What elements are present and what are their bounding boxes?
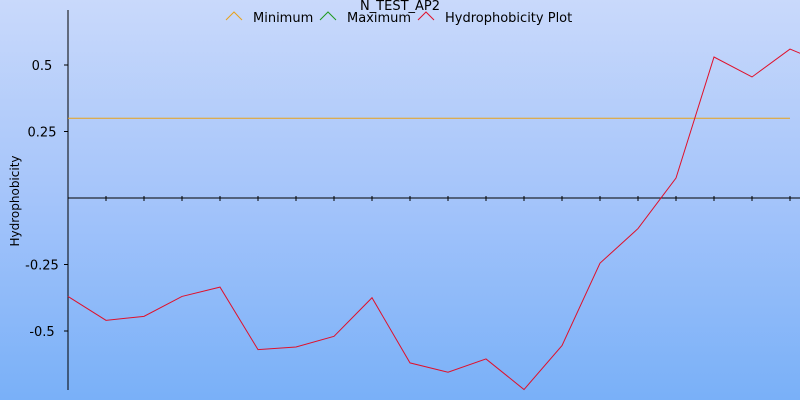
y-tick-label: -0.5 bbox=[29, 325, 54, 340]
legend-swatch-icon bbox=[319, 11, 337, 21]
legend-item-minimum: Minimum bbox=[225, 11, 313, 26]
y-axis-title: Hydrophobicity bbox=[8, 155, 22, 246]
y-tick-label: 0.25 bbox=[28, 126, 57, 141]
legend-label: Hydrophobicity Plot bbox=[445, 11, 572, 26]
legend-label: Maximum bbox=[347, 11, 411, 26]
legend-item-maximum: Maximum bbox=[319, 11, 411, 26]
hydrophobicity-chart: N_TEST_AP2 Hydrophobicity Minimum Maximum… bbox=[8, 0, 800, 391]
y-tick-label: 0.5 bbox=[32, 59, 53, 74]
y-axis: 0.5 0.25 -0.25 -0.5 bbox=[25, 10, 69, 390]
x-axis bbox=[68, 196, 800, 201]
legend-label: Minimum bbox=[253, 11, 313, 26]
series-hydrophobicity-plot-line bbox=[67, 48, 800, 391]
legend: Minimum Maximum Hydrophobicity Plot bbox=[225, 11, 572, 26]
legend-item-hydrophobicity-plot: Hydrophobicity Plot bbox=[417, 11, 572, 26]
y-tick-label: -0.25 bbox=[25, 259, 59, 274]
series-group bbox=[67, 48, 800, 391]
legend-swatch-icon bbox=[225, 11, 243, 21]
